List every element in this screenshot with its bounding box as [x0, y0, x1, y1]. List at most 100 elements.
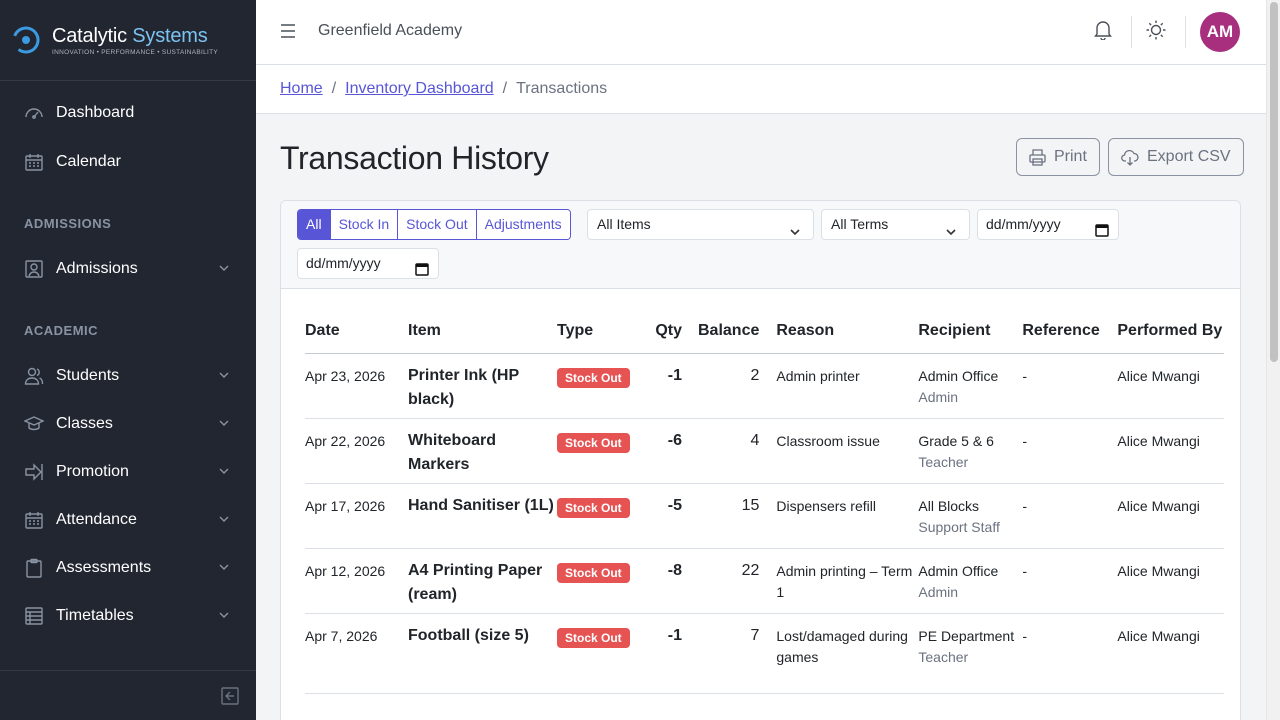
items-select[interactable]: All Items: [587, 209, 814, 240]
cell-recipient-role: Support Staff: [918, 519, 1000, 535]
calendar-icon: [415, 257, 429, 286]
sidebar-item-label: Promotion: [56, 463, 129, 480]
cell-recipient-role: Admin: [918, 584, 959, 600]
sidebar-item-calendar[interactable]: Calendar: [0, 140, 256, 184]
scrollbar-thumb[interactable]: [1270, 2, 1278, 362]
breadcrumb-current: Transactions: [516, 80, 608, 97]
arrow-right-icon: [24, 462, 44, 482]
cell-recipient: Admin Office: [918, 563, 999, 579]
breadcrumb-bar: Home / Inventory Dashboard / Transaction…: [256, 65, 1266, 114]
cell-balance: 2: [698, 353, 777, 419]
table-row[interactable]: Apr 12, 2026 A4 Printing Paper (ream) St…: [305, 548, 1224, 614]
chevron-down-icon: [218, 512, 230, 530]
school-name: Greenfield Academy: [318, 22, 463, 39]
export-csv-button[interactable]: Export CSV: [1108, 138, 1244, 176]
sidebar-item-label: Admissions: [56, 260, 138, 277]
sidebar-item-attendance[interactable]: Attendance: [0, 498, 256, 542]
breadcrumb-separator: /: [331, 80, 337, 97]
date-to-field[interactable]: dd/mm/yyyy: [297, 248, 439, 279]
sidebar-item-admissions[interactable]: Admissions: [0, 247, 256, 291]
column-header-balance[interactable]: Balance: [698, 309, 777, 354]
terms-select[interactable]: All Terms: [821, 209, 970, 240]
column-header-date[interactable]: Date: [305, 309, 408, 354]
chevron-down-icon: [945, 219, 957, 248]
type-filter-group: All Stock In Stock Out Adjustments: [297, 209, 571, 240]
table-row[interactable]: Apr 22, 2026 Whiteboard Markers Stock Ou…: [305, 418, 1224, 484]
status-badge: Stock Out: [557, 563, 630, 583]
sun-icon[interactable]: [1146, 20, 1166, 45]
cell-item: Whiteboard Markers: [408, 418, 557, 484]
cell-recipient-role: Teacher: [918, 649, 969, 665]
brand[interactable]: Catalytic Systems INNOVATION • PERFORMAN…: [0, 0, 256, 81]
cell-reason: Admin printer: [776, 353, 919, 419]
chevron-down-icon: [789, 219, 801, 248]
column-header-type[interactable]: Type: [557, 309, 653, 354]
calendar-icon: [24, 152, 44, 172]
column-header-reason[interactable]: Reason: [776, 309, 919, 354]
chevron-down-icon: [218, 261, 230, 279]
table-row[interactable]: Apr 23, 2026 Printer Ink (HP black) Stoc…: [305, 353, 1224, 419]
breadcrumb-home-link[interactable]: Home: [280, 80, 323, 98]
cell-recipient: PE Department: [918, 628, 1015, 644]
cell-qty: -6: [653, 418, 698, 484]
column-header-reference[interactable]: Reference: [1022, 309, 1118, 354]
column-header-item[interactable]: Item: [408, 309, 557, 354]
cell-reference: -: [1022, 418, 1118, 484]
sidebar-item-dashboard[interactable]: Dashboard: [0, 91, 256, 135]
sidebar-item-timetables[interactable]: Timetables: [0, 594, 256, 638]
table-header-row: Date Item Type Qty Balance Reason Recipi…: [305, 309, 1224, 354]
filter-stock-out-button[interactable]: Stock Out: [398, 210, 477, 239]
cell-performed-by: Alice Mwangi: [1117, 353, 1224, 419]
sidebar-item-students[interactable]: Students: [0, 354, 256, 398]
filter-stock-in-button[interactable]: Stock In: [330, 210, 399, 239]
breadcrumb-inventory-link[interactable]: Inventory Dashboard: [345, 80, 494, 98]
avatar[interactable]: AM: [1200, 12, 1240, 52]
sidebar-footer: [0, 670, 256, 720]
cell-balance: 22: [698, 548, 777, 614]
cell-recipient: Admin Office: [918, 368, 999, 384]
brand-tagline: INNOVATION • PERFORMANCE • SUSTAINABILIT…: [52, 48, 219, 56]
print-label: Print: [1054, 148, 1087, 165]
cell-reference: -: [1022, 548, 1118, 614]
cell-performed-by: Alice Mwangi: [1117, 613, 1224, 694]
sidebar-collapse-icon[interactable]: [221, 687, 239, 710]
sidebar-item-label: Calendar: [56, 153, 121, 170]
cell-reason: Admin printing – Term 1: [776, 548, 919, 614]
sidebar-item-assessments[interactable]: Assessments: [0, 546, 256, 590]
column-header-qty[interactable]: Qty: [653, 309, 698, 354]
header-divider: [1185, 16, 1186, 48]
date-from-field[interactable]: dd/mm/yyyy: [977, 209, 1119, 240]
cell-date: Apr 17, 2026: [305, 483, 408, 549]
cell-recipient: All Blocks: [918, 498, 980, 514]
date-from-value: dd/mm/yyyy: [986, 216, 1061, 232]
sidebar-item-promotion[interactable]: Promotion: [0, 450, 256, 494]
table-row[interactable]: Apr 7, 2026 Football (size 5) Stock Out …: [305, 613, 1224, 694]
menu-icon[interactable]: [280, 22, 296, 45]
print-button[interactable]: Print: [1016, 138, 1100, 176]
cell-date: Apr 7, 2026: [305, 613, 408, 694]
calendar-check-icon: [24, 510, 44, 530]
column-header-recipient[interactable]: Recipient: [918, 309, 1023, 354]
filter-adjustments-button[interactable]: Adjustments: [476, 210, 570, 239]
transactions-table: Date Item Type Qty Balance Reason Recipi…: [305, 309, 1224, 694]
sidebar-item-label: Assessments: [56, 559, 152, 576]
table-row[interactable]: Apr 17, 2026 Hand Sanitiser (1L) Stock O…: [305, 483, 1224, 549]
terms-select-value: All Terms: [831, 216, 889, 232]
column-header-performed-by[interactable]: Performed By: [1117, 309, 1224, 354]
nav-section-admissions: ADMISSIONS: [24, 216, 112, 231]
speedometer-icon: [24, 103, 44, 123]
page-scrollbar[interactable]: [1266, 0, 1280, 720]
bell-icon[interactable]: [1094, 20, 1112, 45]
sidebar-item-label: Dashboard: [56, 104, 135, 121]
cell-item: Hand Sanitiser (1L): [408, 483, 557, 549]
chevron-down-icon: [218, 464, 230, 482]
calendar-icon: [1095, 218, 1109, 247]
cell-recipient-role: Admin: [918, 389, 959, 405]
cell-balance: 15: [698, 483, 777, 549]
cell-balance: 4: [698, 418, 777, 484]
people-icon: [24, 366, 44, 386]
top-header: Greenfield Academy AM: [256, 0, 1266, 65]
filter-all-button[interactable]: All: [298, 210, 331, 239]
status-badge: Stock Out: [557, 368, 630, 388]
sidebar-item-classes[interactable]: Classes: [0, 402, 256, 446]
